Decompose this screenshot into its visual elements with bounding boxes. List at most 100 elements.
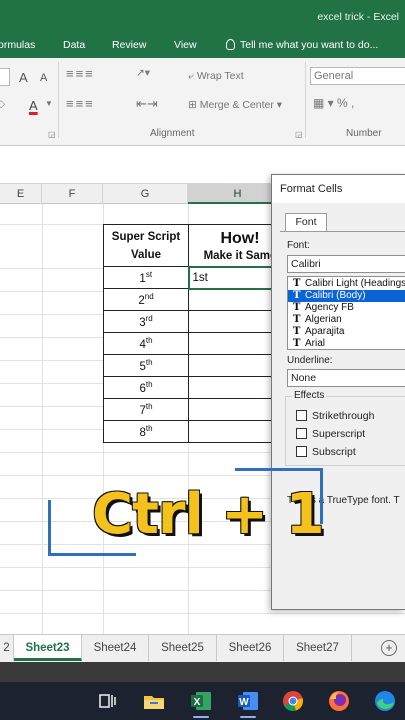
svg-text:W: W bbox=[239, 697, 249, 708]
checkbox-box[interactable] bbox=[296, 428, 307, 439]
tell-me-placeholder: Tell me what you want to do... bbox=[240, 39, 379, 51]
strikethrough-checkbox[interactable]: Strikethrough bbox=[296, 410, 374, 422]
font-label: Font: bbox=[287, 240, 310, 251]
merge-center-icon: ⊞ bbox=[188, 99, 200, 111]
dialog-title-bar[interactable]: Format Cells bbox=[272, 175, 405, 203]
font-list-item[interactable]: T Agency FB bbox=[288, 302, 405, 314]
font-list[interactable]: T Calibri Light (Headings) T Calibri (Body… bbox=[287, 276, 405, 350]
truetype-icon: T bbox=[293, 314, 301, 325]
header-cell-g[interactable]: Super Script Value bbox=[103, 224, 189, 267]
fill-color-icon[interactable]: ◇ bbox=[0, 98, 5, 110]
font-name: Calibri Light (Headings) bbox=[305, 278, 405, 289]
chevron-down-icon[interactable]: ▼ bbox=[45, 99, 53, 108]
ribbon-divider bbox=[305, 62, 306, 138]
align-left-icon[interactable]: ≡≡≡ bbox=[66, 96, 95, 111]
word-icon[interactable]: W bbox=[236, 689, 260, 718]
subscript-checkbox[interactable]: Subscript bbox=[296, 446, 356, 458]
cell-g-value[interactable]: 2nd bbox=[103, 288, 189, 311]
truetype-icon: T bbox=[293, 278, 301, 289]
cell-superscript: th bbox=[145, 424, 153, 434]
ribbon-tab-row: ormulas Data Review View Tell me what yo… bbox=[0, 34, 405, 58]
sheet-tab[interactable]: Sheet26 bbox=[217, 635, 284, 661]
align-top-icon[interactable]: ≡≡≡ bbox=[66, 66, 95, 81]
font-size-dropdown[interactable] bbox=[0, 68, 10, 86]
font-list-item[interactable]: T Aparajita bbox=[288, 326, 405, 338]
header-g-line2: Value bbox=[130, 248, 162, 261]
font-color-button[interactable]: A bbox=[29, 98, 38, 113]
sheet-tab[interactable]: Sheet24 bbox=[82, 635, 149, 661]
firefox-icon[interactable] bbox=[327, 689, 351, 713]
cell-g-value[interactable]: 4th bbox=[103, 332, 189, 355]
superscript-checkbox[interactable]: Superscript bbox=[296, 428, 365, 440]
chrome-icon[interactable] bbox=[281, 689, 305, 713]
alignment-dialog-launcher-icon[interactable]: ◲ bbox=[295, 130, 303, 139]
column-header-e[interactable]: E bbox=[0, 184, 42, 204]
cell-g-value[interactable]: 8th bbox=[103, 420, 189, 443]
tab-font[interactable]: Font bbox=[285, 213, 327, 231]
superscript-label: Superscript bbox=[312, 428, 366, 440]
shortcut-overlay: Ctrl + 1 bbox=[92, 482, 325, 547]
sheet-tab[interactable]: Sheet27 bbox=[284, 635, 352, 661]
number-group-label: Number bbox=[346, 128, 382, 139]
merge-center-label: Merge & Center bbox=[199, 99, 274, 111]
font-list-item[interactable]: T Calibri Light (Headings) bbox=[288, 278, 405, 290]
currency-icon[interactable]: ▦ ▾ % , bbox=[313, 96, 354, 110]
font-list-item-selected[interactable]: T Calibri (Body) bbox=[288, 290, 405, 302]
column-header-g[interactable]: G bbox=[103, 184, 188, 204]
font-dialog-launcher-icon[interactable]: ◲ bbox=[48, 130, 56, 139]
indent-icon[interactable]: ⇤⇥ bbox=[136, 96, 158, 112]
cell-superscript: th bbox=[145, 380, 153, 390]
title-bar: excel trick - Excel bbox=[0, 0, 405, 34]
file-explorer-icon[interactable] bbox=[142, 689, 166, 713]
column-header-f[interactable]: F bbox=[42, 184, 103, 204]
alignment-group-label: Alignment bbox=[150, 128, 195, 139]
strikethrough-label: Strikethrough bbox=[312, 410, 375, 422]
wrap-text-icon: ⤶ bbox=[188, 70, 197, 82]
number-format-dropdown[interactable]: General bbox=[310, 67, 405, 85]
cell-g-value[interactable]: 5th bbox=[103, 354, 189, 377]
tab-view[interactable]: View bbox=[174, 39, 197, 51]
truetype-icon: T bbox=[293, 290, 301, 301]
sheet-tab[interactable]: 2 bbox=[0, 635, 14, 661]
add-sheet-button[interactable]: + bbox=[381, 640, 397, 656]
font-name: Calibri (Body) bbox=[305, 290, 366, 301]
checkbox-box[interactable] bbox=[296, 446, 307, 457]
ribbon: A A ◇ A ▼ ≡≡≡ ↗▾ ⤶ Wrap Text ≡≡≡ ⇤⇥ ⊞ Me… bbox=[0, 58, 405, 146]
cell-superscript: st bbox=[145, 270, 153, 280]
tab-review[interactable]: Review bbox=[112, 39, 146, 51]
font-list-item[interactable]: T Algerian bbox=[288, 314, 405, 326]
cell-g-value[interactable]: 7th bbox=[103, 398, 189, 421]
taskbar: X W bbox=[0, 682, 405, 720]
sheet-tab-active[interactable]: Sheet23 bbox=[14, 635, 82, 661]
cell-superscript: rd bbox=[145, 314, 153, 324]
font-list-item[interactable]: T Arial bbox=[288, 338, 405, 350]
wrap-text-button[interactable]: ⤶ Wrap Text bbox=[188, 70, 244, 83]
grow-font-button[interactable]: A bbox=[19, 70, 28, 85]
font-name-input[interactable]: Calibri bbox=[287, 255, 405, 273]
font-name: Algerian bbox=[305, 314, 342, 325]
merge-center-button[interactable]: ⊞ Merge & Center ▾ bbox=[188, 99, 282, 111]
excel-icon[interactable]: X bbox=[189, 689, 213, 718]
ribbon-divider bbox=[58, 62, 59, 138]
subscript-label: Subscript bbox=[312, 446, 356, 458]
tab-formulas[interactable]: ormulas bbox=[0, 39, 35, 51]
underline-label: Underline: bbox=[287, 355, 333, 366]
tell-me-box[interactable]: Tell me what you want to do... bbox=[226, 39, 378, 51]
truetype-icon: T bbox=[293, 338, 301, 349]
sheet-tab[interactable]: Sheet25 bbox=[149, 635, 217, 661]
cell-g-value[interactable]: 1st bbox=[103, 266, 189, 289]
grid-line bbox=[0, 613, 405, 614]
cell-g-value[interactable]: 3rd bbox=[103, 310, 189, 333]
sheet-tab-bar: 2 Sheet23 Sheet24 Sheet25 Sheet26 Sheet2… bbox=[0, 634, 405, 662]
wrap-text-label: Wrap Text bbox=[196, 70, 244, 82]
header-g-line1: Super Script bbox=[111, 230, 181, 243]
orientation-icon[interactable]: ↗▾ bbox=[136, 67, 150, 79]
cell-g-value[interactable]: 6th bbox=[103, 376, 189, 399]
task-view-icon[interactable] bbox=[96, 689, 120, 713]
checkbox-box[interactable] bbox=[296, 410, 307, 421]
underline-dropdown[interactable]: None bbox=[287, 369, 405, 387]
edge-icon[interactable] bbox=[373, 689, 397, 713]
shrink-font-button[interactable]: A bbox=[40, 72, 47, 84]
tab-data[interactable]: Data bbox=[63, 39, 85, 51]
tab-divider bbox=[280, 231, 405, 232]
